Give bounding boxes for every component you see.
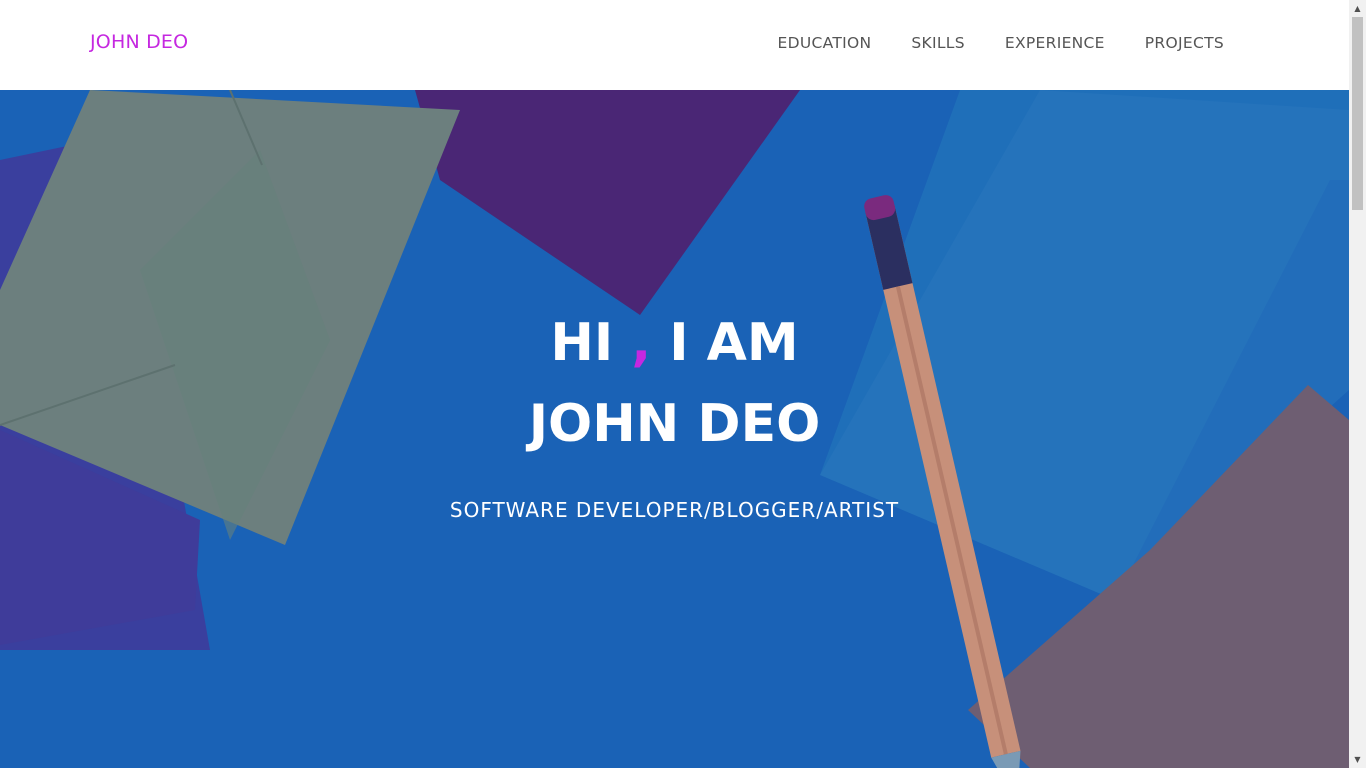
hero-subtitle: SOFTWARE DEVELOPER/BLOGGER/ARTIST <box>449 498 900 522</box>
navbar: JOHN DEO EDUCATION SKILLS EXPERIENCE PRO… <box>0 0 1349 90</box>
page: JOHN DEO EDUCATION SKILLS EXPERIENCE PRO… <box>0 0 1349 768</box>
nav-link-education[interactable]: EDUCATION <box>778 34 872 52</box>
nav-link-experience[interactable]: EXPERIENCE <box>1005 34 1105 52</box>
scrollbar-thumb[interactable] <box>1352 17 1363 210</box>
brand-logo-link[interactable]: JOHN DEO <box>90 31 188 53</box>
triangle-up-icon[interactable]: ▲ <box>1349 0 1366 17</box>
hero-greeting-hi: HI <box>550 313 614 373</box>
hero-name: JOHN DEO <box>528 394 821 454</box>
triangle-down-icon[interactable]: ▼ <box>1349 751 1366 768</box>
nav-link-projects[interactable]: PROJECTS <box>1145 34 1224 52</box>
vertical-scrollbar[interactable]: ▲ ▼ <box>1349 0 1366 768</box>
hero-greeting: HI , I AM <box>0 317 1349 369</box>
hero-greeting-iam: I AM <box>669 313 799 373</box>
hero-section: HI , I AM JOHN DEO SOFTWARE DEVELOPER/BL… <box>0 90 1349 768</box>
nav-link-skills[interactable]: SKILLS <box>911 34 964 52</box>
hero-greeting-comma: , <box>631 313 652 373</box>
nav-menu: EDUCATION SKILLS EXPERIENCE PROJECTS <box>778 34 1224 52</box>
